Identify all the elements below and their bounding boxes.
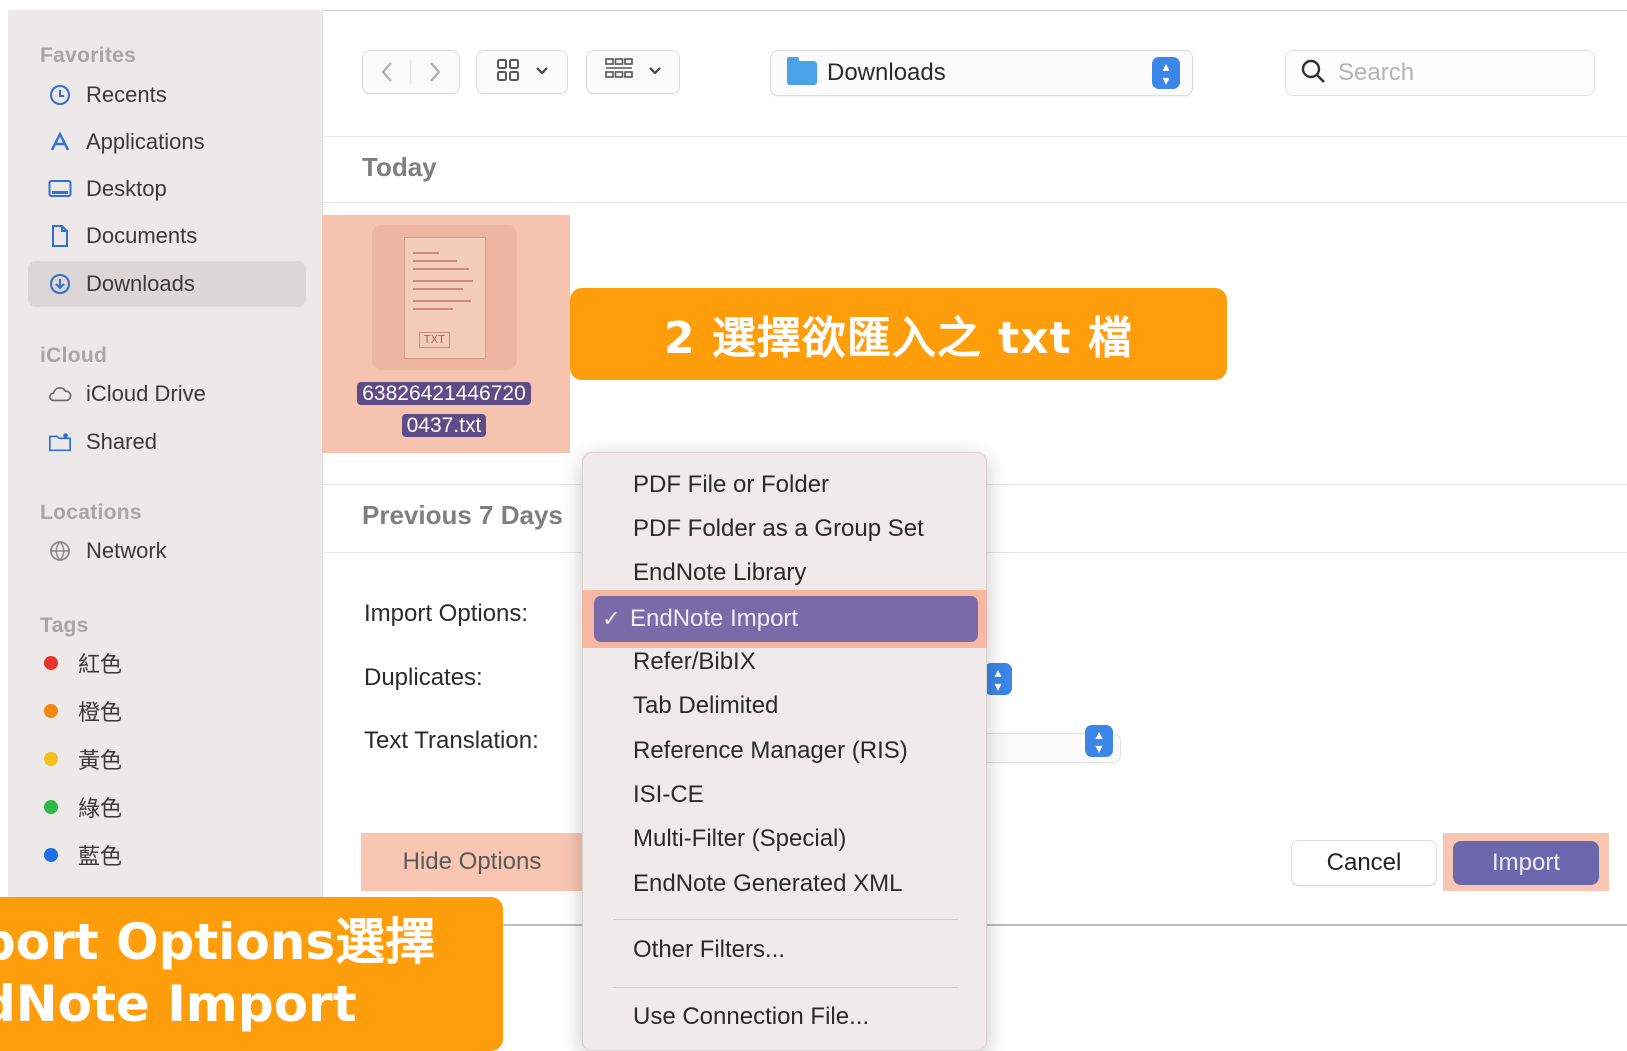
callout-step-1-line1: port Options選擇 [0, 913, 436, 971]
tag-color-dot [44, 848, 58, 862]
group-divider [323, 202, 1627, 203]
download-icon [48, 272, 72, 296]
import-button[interactable]: Import [1453, 841, 1599, 885]
sidebar-item-label: Desktop [86, 176, 167, 201]
sidebar-item-label: Recents [86, 82, 167, 107]
view-mode-button[interactable] [476, 50, 568, 94]
menu-item-pdf-folder-group-set[interactable]: PDF Folder as a Group Set [583, 507, 988, 551]
sidebar-section-tags: Tags [40, 614, 89, 637]
sidebar-item-label: 藍色 [78, 844, 123, 869]
menu-item-use-connection-file[interactable]: Use Connection File... [583, 995, 988, 1039]
sidebar-item-label: 紅色 [78, 652, 123, 677]
popup-stepper-icon: ▴ ▾ [1152, 57, 1180, 89]
sidebar-item-label: 黃色 [78, 748, 123, 773]
menu-item-isi-ce[interactable]: ISI-CE [583, 773, 988, 817]
back-forward-control [362, 50, 460, 94]
duplicates-popup-stepper-icon[interactable]: ▴ ▾ [984, 663, 1012, 695]
menu-item-label: EndNote Import [630, 605, 799, 632]
callout-step-1: port Options選擇 dNote Import [0, 897, 503, 1051]
folder-icon [787, 57, 817, 85]
shared-folder-icon [48, 430, 72, 454]
tag-color-dot [44, 752, 58, 766]
sidebar-item-desktop[interactable]: Desktop [28, 166, 306, 212]
sidebar-item-label: Network [86, 538, 167, 563]
sidebar-item-label: Downloads [86, 271, 195, 296]
group-title-previous-7-days: Previous 7 Days [362, 500, 563, 530]
network-icon [48, 539, 72, 563]
file-item-txt[interactable]: TXT [372, 225, 517, 370]
callout-step-1-line2: dNote Import [0, 975, 357, 1033]
sidebar-item-downloads[interactable]: Downloads [28, 261, 306, 307]
tag-color-dot [44, 800, 58, 814]
sidebar-tag-blue[interactable]: 藍色 [28, 832, 306, 878]
sidebar-item-label: iCloud Drive [86, 381, 206, 406]
menu-item-endnote-generated-xml[interactable]: EndNote Generated XML [583, 862, 988, 906]
search-icon [1300, 58, 1326, 89]
sidebar-item-label: Applications [86, 129, 205, 154]
sidebar-item-shared[interactable]: Shared [28, 419, 306, 465]
location-label: Downloads [827, 59, 946, 86]
txt-file-icon: TXT [403, 236, 486, 359]
applications-icon [48, 130, 72, 154]
tag-color-dot [44, 656, 58, 670]
cloud-icon [48, 382, 72, 406]
chevron-left-icon[interactable] [363, 60, 411, 84]
file-name-line1: 63826421446720 [357, 382, 531, 405]
sidebar-tag-orange[interactable]: 橙色 [28, 688, 306, 734]
sidebar-item-recents[interactable]: Recents [28, 72, 306, 118]
sidebar: Favorites Recents Applications Desktop D… [8, 10, 323, 926]
sidebar-item-applications[interactable]: Applications [28, 119, 306, 165]
sidebar-section-locations: Locations [40, 501, 142, 524]
menu-item-endnote-import[interactable]: ✓ EndNote Import [594, 596, 978, 642]
menu-item-tab-delimited[interactable]: Tab Delimited [583, 684, 988, 728]
group-by-button[interactable] [586, 50, 680, 94]
sidebar-tag-yellow[interactable]: 黃色 [28, 736, 306, 782]
callout-step-2: 2 選擇欲匯入之 txt 檔 [570, 288, 1227, 380]
search-field[interactable] [1285, 50, 1595, 96]
group-title-today: Today [362, 152, 437, 182]
menu-item-pdf-file-or-folder[interactable]: PDF File or Folder [583, 463, 988, 507]
duplicates-label: Duplicates: [364, 664, 483, 691]
sidebar-section-icloud: iCloud [40, 344, 108, 367]
menu-item-reference-manager-ris[interactable]: Reference Manager (RIS) [583, 729, 988, 773]
desktop-icon [48, 177, 72, 201]
sidebar-tag-green[interactable]: 綠色 [28, 784, 306, 830]
chevron-down-icon [535, 63, 549, 81]
checkmark-icon: ✓ [602, 606, 621, 631]
sidebar-item-label: 綠色 [78, 796, 123, 821]
import-options-menu: PDF File or Folder PDF Folder as a Group… [582, 452, 987, 1051]
chevron-down-icon [648, 63, 662, 81]
sidebar-item-label: Documents [86, 223, 198, 248]
chevron-right-icon[interactable] [411, 60, 459, 84]
search-input[interactable] [1338, 59, 1578, 87]
grid-view-icon [495, 57, 521, 88]
file-type-label: TXT [418, 331, 451, 348]
toolbar-divider [323, 136, 1627, 137]
sidebar-item-label: Shared [86, 429, 157, 454]
document-icon [48, 224, 72, 248]
group-by-icon [604, 57, 634, 88]
clock-icon [48, 83, 72, 107]
menu-separator [613, 919, 958, 920]
hide-options-button[interactable]: Hide Options [361, 833, 583, 891]
menu-item-endnote-library[interactable]: EndNote Library [583, 551, 988, 595]
text-translation-popup-stepper-icon[interactable]: ▴ ▾ [1085, 725, 1113, 757]
location-popup[interactable]: Downloads ▴ ▾ [770, 50, 1193, 96]
file-name[interactable]: 63826421446720 0437.txt [332, 378, 556, 442]
sidebar-tag-red[interactable]: 紅色 [28, 640, 306, 686]
sidebar-item-icloud-drive[interactable]: iCloud Drive [28, 371, 306, 417]
sidebar-item-documents[interactable]: Documents [28, 213, 306, 259]
tag-color-dot [44, 704, 58, 718]
file-name-line2: 0437.txt [401, 414, 487, 437]
sidebar-section-favorites: Favorites [40, 44, 137, 67]
menu-item-multi-filter[interactable]: Multi-Filter (Special) [583, 817, 988, 861]
sidebar-item-label: 橙色 [78, 700, 123, 725]
sidebar-item-network[interactable]: Network [28, 528, 306, 574]
cancel-button[interactable]: Cancel [1291, 840, 1437, 886]
text-translation-label: Text Translation: [364, 727, 539, 754]
menu-item-other-filters[interactable]: Other Filters... [583, 928, 988, 972]
menu-separator [613, 987, 958, 988]
import-options-label: Import Options: [364, 600, 529, 627]
